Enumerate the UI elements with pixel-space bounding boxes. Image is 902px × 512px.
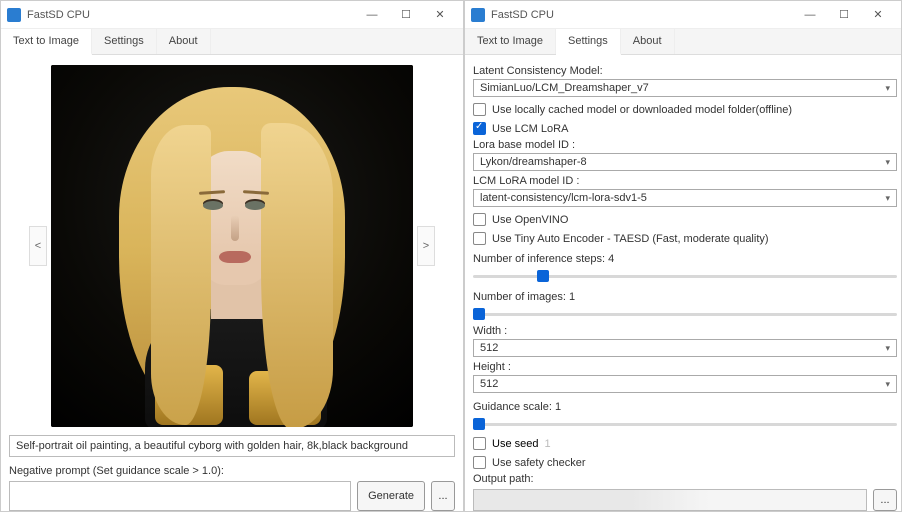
height-label: Height : — [473, 361, 897, 373]
tabs-right: Text to Image Settings About — [465, 29, 901, 55]
tab-text-to-image[interactable]: Text to Image — [1, 29, 92, 55]
steps-slider-thumb[interactable] — [537, 270, 549, 282]
tab-about[interactable]: About — [157, 29, 211, 54]
lcm-lora-id-label: LCM LoRA model ID : — [473, 175, 897, 187]
num-images-slider-thumb[interactable] — [473, 308, 485, 320]
tab-settings[interactable]: Settings — [556, 29, 621, 55]
image-area: < > — [9, 61, 455, 431]
app-icon — [7, 8, 21, 22]
use-taesd-checkbox[interactable] — [473, 232, 486, 245]
chevron-down-icon: ▾ — [885, 343, 890, 354]
chevron-down-icon: ▾ — [885, 193, 890, 204]
use-safety-checkbox[interactable] — [473, 456, 486, 469]
chevron-down-icon: ▾ — [885, 83, 890, 94]
use-local-cache-label: Use locally cached model or downloaded m… — [492, 104, 792, 116]
generate-button[interactable]: Generate — [357, 481, 425, 511]
lcm-model-value: SimianLuo/LCM_Dreamshaper_v7 — [480, 82, 649, 94]
titlebar-left[interactable]: FastSD CPU — ☐ ✕ — [1, 1, 463, 29]
maximize-button[interactable]: ☐ — [389, 1, 423, 29]
tab-about[interactable]: About — [621, 29, 675, 54]
guidance-label: Guidance scale: 1 — [473, 401, 897, 413]
close-button[interactable]: ✕ — [423, 1, 457, 29]
steps-value: 4 — [608, 253, 614, 265]
more-options-button[interactable]: ... — [431, 481, 455, 511]
num-images-slider[interactable] — [473, 307, 897, 321]
minimize-button[interactable]: — — [355, 1, 389, 29]
lora-base-select[interactable]: Lykon/dreamshaper-8 ▾ — [473, 153, 897, 171]
use-safety-label: Use safety checker — [492, 457, 586, 469]
prompt-input[interactable]: Self-portrait oil painting, a beautiful … — [9, 435, 455, 457]
output-path-label: Output path: — [473, 473, 897, 485]
guidance-slider-thumb[interactable] — [473, 418, 485, 430]
browse-output-button[interactable]: ... — [873, 489, 897, 511]
use-taesd-label: Use Tiny Auto Encoder - TAESD (Fast, mod… — [492, 233, 769, 245]
close-button[interactable]: ✕ — [861, 1, 895, 29]
next-image-button[interactable]: > — [417, 226, 435, 266]
tabs-left: Text to Image Settings About — [1, 29, 463, 55]
guidance-slider[interactable] — [473, 417, 897, 431]
width-select[interactable]: 512 ▾ — [473, 339, 897, 357]
prev-image-button[interactable]: < — [29, 226, 47, 266]
use-seed-checkbox[interactable] — [473, 437, 486, 450]
steps-slider[interactable] — [473, 269, 897, 283]
tab-text-to-image[interactable]: Text to Image — [465, 29, 556, 54]
width-label: Width : — [473, 325, 897, 337]
height-select[interactable]: 512 ▾ — [473, 375, 897, 393]
left-window: FastSD CPU — ☐ ✕ Text to Image Settings … — [0, 0, 464, 512]
lcm-lora-id-select[interactable]: latent-consistency/lcm-lora-sdv1-5 ▾ — [473, 189, 897, 207]
num-images-value: 1 — [569, 291, 575, 303]
window-title: FastSD CPU — [491, 9, 793, 21]
left-content: < > Self-p — [1, 55, 463, 511]
titlebar-right[interactable]: FastSD CPU — ☐ ✕ — [465, 1, 901, 29]
app-icon — [471, 8, 485, 22]
use-local-cache-checkbox[interactable] — [473, 103, 486, 116]
negative-prompt-label: Negative prompt (Set guidance scale > 1.… — [9, 465, 455, 477]
right-window: FastSD CPU — ☐ ✕ Text to Image Settings … — [464, 0, 902, 512]
chevron-down-icon: ▾ — [885, 157, 890, 168]
output-path-input[interactable] — [473, 489, 867, 511]
lcm-model-select[interactable]: SimianLuo/LCM_Dreamshaper_v7 ▾ — [473, 79, 897, 97]
minimize-button[interactable]: — — [793, 1, 827, 29]
lora-base-value: Lykon/dreamshaper-8 — [480, 156, 587, 168]
tab-settings[interactable]: Settings — [92, 29, 157, 54]
use-lcm-lora-checkbox[interactable] — [473, 122, 486, 135]
width-value: 512 — [480, 342, 498, 354]
lora-base-label: Lora base model ID : — [473, 139, 897, 151]
guidance-value: 1 — [555, 401, 561, 413]
window-title: FastSD CPU — [27, 9, 355, 21]
use-openvino-label: Use OpenVINO — [492, 214, 568, 226]
steps-label: Number of inference steps: 4 — [473, 253, 897, 265]
generated-image[interactable] — [51, 65, 413, 427]
portrait-illustration — [51, 65, 413, 427]
negative-prompt-input[interactable] — [9, 481, 351, 511]
num-images-label: Number of images: 1 — [473, 291, 897, 303]
seed-input[interactable] — [544, 438, 584, 450]
chevron-down-icon: ▾ — [885, 379, 890, 390]
maximize-button[interactable]: ☐ — [827, 1, 861, 29]
use-seed-label: Use seed — [492, 438, 538, 450]
settings-panel: Latent Consistency Model: SimianLuo/LCM_… — [465, 55, 901, 511]
use-lcm-lora-label: Use LCM LoRA — [492, 123, 568, 135]
lcm-model-label: Latent Consistency Model: — [473, 65, 897, 77]
lcm-lora-id-value: latent-consistency/lcm-lora-sdv1-5 — [480, 192, 647, 204]
use-openvino-checkbox[interactable] — [473, 213, 486, 226]
height-value: 512 — [480, 378, 498, 390]
